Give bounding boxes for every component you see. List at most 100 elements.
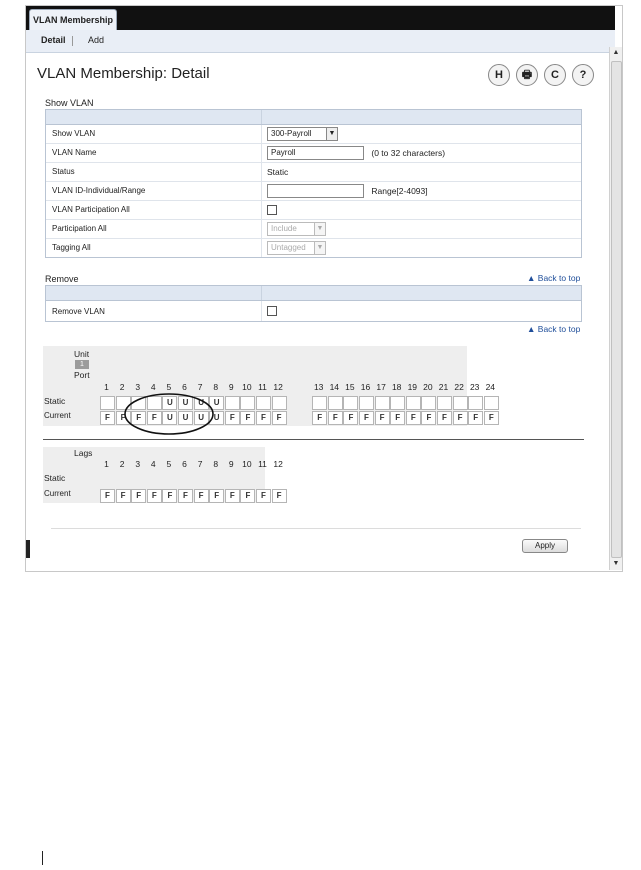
static-port-cell[interactable]	[421, 396, 437, 410]
tab-vlan-membership[interactable]: VLAN Membership	[29, 9, 117, 31]
panel-header	[46, 110, 581, 125]
vertical-scrollbar[interactable]: ▲ ▼	[609, 47, 622, 570]
lag-number: 9	[228, 459, 234, 469]
static-port-cell[interactable]	[224, 396, 240, 410]
show-vlan-select[interactable]: 300-Payroll ▼	[267, 127, 338, 141]
static-port-cell[interactable]	[256, 396, 271, 410]
static-port-cell[interactable]	[343, 396, 359, 410]
static-port-cell[interactable]	[327, 396, 343, 410]
port-number: 13	[313, 382, 324, 392]
vlan-participation-all-checkbox[interactable]	[267, 205, 277, 215]
show-vlan-label: Show VLAN	[52, 129, 96, 138]
current-port-cell: F	[100, 411, 115, 425]
remove-vlan-label: Remove VLAN	[52, 307, 105, 316]
side-handle	[26, 540, 30, 558]
static-port-cell[interactable]	[437, 396, 452, 410]
scroll-down-icon[interactable]: ▼	[610, 558, 622, 570]
lag-number: 6	[182, 459, 187, 469]
static-port-cell[interactable]	[405, 396, 421, 410]
refresh-icon[interactable]: C	[544, 64, 566, 86]
footer-divider	[51, 528, 581, 529]
show-vlan-selected-value: 300-Payroll	[271, 129, 312, 138]
section-divider	[43, 439, 584, 440]
tagging-all-value: Untagged	[271, 243, 306, 252]
back-to-top-link[interactable]: ▲ Back to top	[527, 273, 580, 283]
vlan-name-hint: (0 to 32 characters)	[371, 148, 446, 158]
static-port-cell[interactable]	[374, 396, 390, 410]
lag-number: 4	[150, 459, 156, 469]
row-tagging-all: Tagging All Untagged ▼	[46, 239, 581, 257]
status-value: Static	[267, 167, 289, 177]
current-port-cell: F	[240, 411, 256, 425]
app-window: VLAN Membership Detail Add VLAN Membersh…	[25, 5, 623, 572]
static-port-cell[interactable]	[390, 396, 406, 410]
row-status: Status Static	[46, 163, 581, 182]
port-number: 16	[360, 382, 371, 392]
static-port-cell[interactable]	[483, 396, 499, 410]
tagging-all-label: Tagging All	[52, 243, 91, 252]
remove-vlan-checkbox[interactable]	[267, 306, 277, 316]
print-icon[interactable]: 🖶	[516, 64, 538, 86]
scroll-up-icon[interactable]: ▲	[610, 47, 622, 59]
help-icon[interactable]: ?	[572, 64, 594, 86]
static-port-cell[interactable]	[271, 396, 287, 410]
vlan-id-label: VLAN ID-Individual/Range	[52, 186, 146, 195]
static-port-cell[interactable]	[468, 396, 484, 410]
scroll-thumb[interactable]	[611, 61, 622, 558]
port-number: 17	[376, 382, 386, 392]
current-port-cell: F	[343, 411, 359, 425]
vlan-id-input[interactable]	[267, 184, 364, 198]
current-lag-cell: F	[131, 489, 147, 503]
row-vlan-id: VLAN ID-Individual/Range Range[2-4093]	[46, 182, 581, 201]
row-show-vlan: Show VLAN 300-Payroll ▼	[46, 125, 581, 144]
current-port-cell: F	[437, 411, 452, 425]
current-lag-cell: F	[193, 489, 209, 503]
row-participation-all: Participation All Include ▼	[46, 220, 581, 239]
top-bar: VLAN Membership	[26, 6, 615, 31]
static-port-cell[interactable]	[312, 396, 328, 410]
lags-static-row-label: Static	[44, 473, 66, 483]
static-row-label: Static	[44, 396, 66, 406]
vlan-name-input[interactable]: Payroll	[267, 146, 364, 160]
port-number: 9	[228, 382, 234, 392]
port-number: 12	[273, 382, 283, 392]
current-lag-cell: F	[100, 489, 115, 503]
subtab-detail[interactable]: Detail	[41, 35, 66, 45]
port-number: 21	[438, 382, 449, 392]
panel-header	[46, 286, 581, 301]
show-vlan-section-title: Show VLAN	[45, 98, 94, 108]
lag-number: 12	[273, 459, 283, 469]
unit-label: Unit	[74, 349, 90, 359]
current-port-cell: F	[483, 411, 499, 425]
page-title: VLAN Membership: Detail	[37, 65, 210, 82]
chevron-down-icon: ▼	[326, 128, 337, 140]
lags-label: Lags	[74, 448, 93, 458]
current-port-cell: F	[359, 411, 374, 425]
current-port-cell: F	[452, 411, 468, 425]
static-port-cell[interactable]	[452, 396, 468, 410]
apply-button[interactable]: Apply	[522, 539, 568, 553]
row-participation-all-checkbox: VLAN Participation All	[46, 201, 581, 220]
static-port-cell[interactable]	[359, 396, 374, 410]
current-lag-cell: F	[146, 489, 162, 503]
back-to-top-link-2[interactable]: ▲ Back to top	[527, 324, 580, 334]
tagging-all-select[interactable]: Untagged ▼	[267, 241, 326, 255]
vlan-name-label: VLAN Name	[52, 148, 97, 157]
current-lag-cell: F	[240, 489, 256, 503]
lag-number: 8	[213, 459, 219, 469]
lag-number: 2	[119, 459, 125, 469]
subtab-add[interactable]: Add	[88, 35, 104, 45]
lag-number: 1	[104, 459, 109, 469]
port-number: 20	[423, 382, 433, 392]
current-port-cell: F	[421, 411, 437, 425]
port-number: 14	[329, 382, 340, 392]
port-number: 18	[391, 382, 402, 392]
unit-selector[interactable]: 1	[75, 360, 89, 369]
static-port-cell[interactable]	[100, 396, 115, 410]
participation-all-value: Include	[271, 224, 297, 233]
port-number: 11	[258, 382, 267, 392]
chevron-down-icon: ▼	[314, 223, 325, 235]
save-icon[interactable]: H	[488, 64, 510, 86]
static-port-cell[interactable]	[240, 396, 256, 410]
participation-all-select[interactable]: Include ▼	[267, 222, 326, 236]
